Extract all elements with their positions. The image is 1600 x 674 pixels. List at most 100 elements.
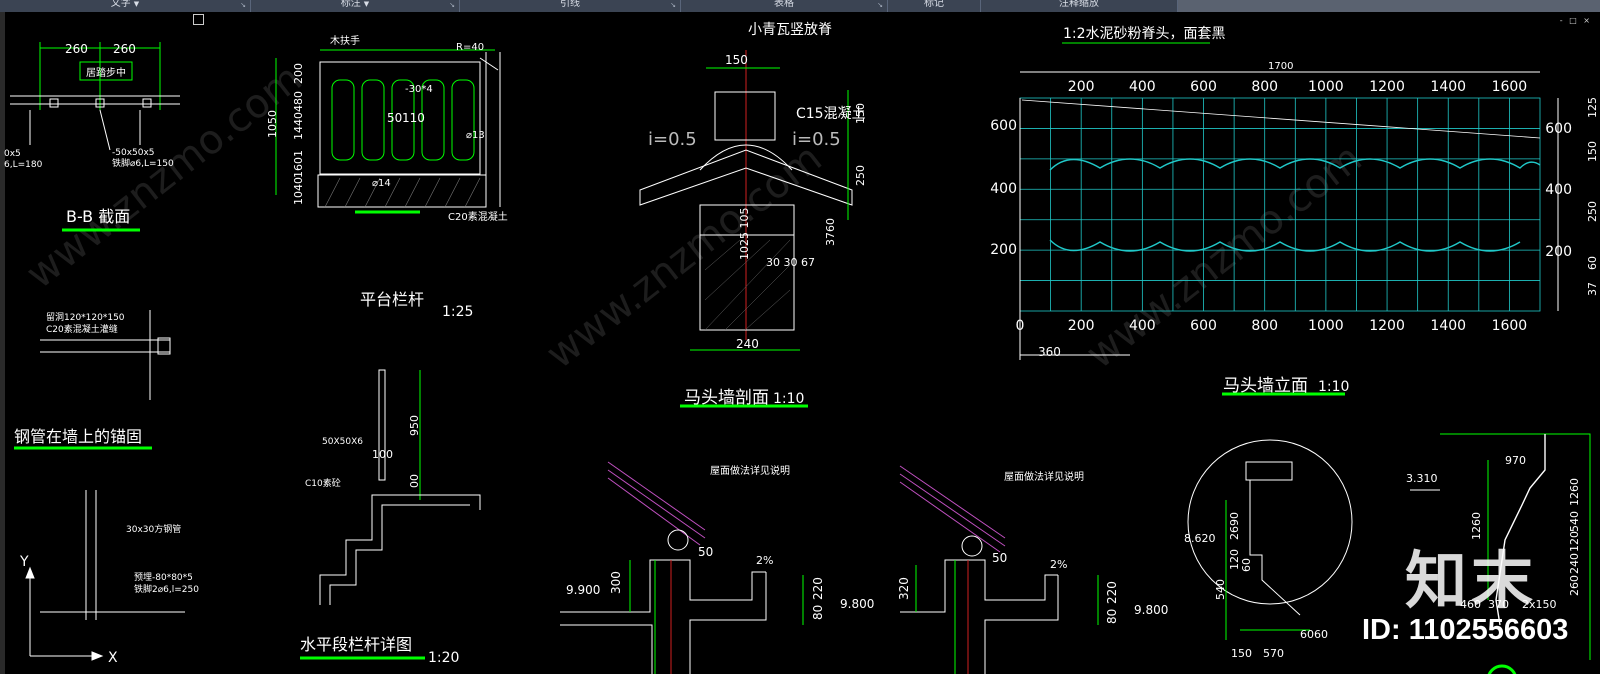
gable-d540: 540	[1214, 579, 1227, 600]
gable-d8620: 8.620	[1184, 532, 1216, 545]
watermark-text-group: www.znzmo.com www.znzmo.com www.znzmo.co…	[18, 55, 1371, 378]
eave-detail-1-labels: 屋面做法详见说明 50 2% 9.900 300 9.800 80 220	[566, 464, 874, 620]
eave1-d50: 50	[698, 545, 713, 559]
top-tick-label: 200	[1068, 79, 1095, 95]
d950-label: 950	[408, 415, 421, 436]
d14-label: ⌀14	[372, 178, 391, 189]
ridge-label: 小青瓦竖放脊	[748, 22, 832, 38]
platform-railing-scale: 1:25	[442, 304, 473, 320]
top-tick-label: 600	[1190, 79, 1217, 95]
eave1-d9800: 9.800	[840, 597, 874, 611]
horse-wall-section-title: 马头墙剖面	[684, 388, 769, 408]
bb-label-mid: 居踏步中	[86, 66, 126, 79]
horse-wall-elevation-title: 马头墙立面	[1223, 376, 1308, 396]
eave-detail-2-labels: 屋面做法详见说明 50 2% 320 9.800 80 220	[897, 470, 1168, 624]
d240-label: 240	[736, 337, 759, 351]
d00-label: 00	[408, 474, 421, 488]
v250-label: 250	[854, 165, 867, 186]
profile-v540: 540	[1568, 511, 1581, 532]
handrail-label: 木扶手	[330, 34, 360, 47]
axis-x-label: X	[108, 650, 118, 666]
anchor-labels: 留洞120*120*150 C20素混凝土灌缝 钢管在墙上的锚固	[14, 311, 142, 446]
top-tick-label: 1000	[1308, 79, 1344, 95]
horizontal-railing-scale: 1:20	[428, 650, 459, 666]
bottom-tick-label: 1200	[1369, 318, 1405, 334]
left-tick-label: 400	[990, 181, 1017, 197]
vdim-1440: 1440	[292, 112, 305, 140]
top-tick-label: 800	[1251, 79, 1278, 95]
right-tick-label: 600	[1545, 121, 1572, 137]
profile-v240: 240	[1568, 553, 1581, 574]
right-dim-label: 37	[1586, 282, 1599, 296]
eave2-note: 屋面做法详见说明	[1004, 470, 1084, 483]
bottom-tick-label: 1000	[1308, 318, 1344, 334]
slope-right-label: i=0.5	[792, 129, 841, 150]
dim-260-a: 260	[65, 42, 88, 56]
horizontal-railing-title: 水平段栏杆详图	[300, 635, 412, 654]
eave1-d80: 80	[811, 605, 825, 620]
bb-label-b: 6,L=180	[4, 160, 43, 170]
gable-d570: 570	[1263, 647, 1284, 660]
gable-d60: 60	[1240, 558, 1253, 572]
left-tick-label: 600	[990, 118, 1017, 134]
right-dim-label: 250	[1586, 201, 1599, 222]
platform-hatch	[324, 177, 481, 208]
pipe-label: 30x30方钢管	[126, 523, 181, 535]
right-tick-label: 200	[1545, 244, 1572, 260]
bb-label-c: -50x50x5	[112, 148, 155, 158]
gable-detail-labels: 8.620 2690 120 540 60 150 570 6060	[1184, 512, 1328, 660]
vdim-200: 200	[292, 63, 305, 84]
eave1-note: 屋面做法详见说明	[710, 464, 790, 477]
anchor-hole-label: 留洞120*120*150	[46, 311, 125, 323]
c10-label: C10素砼	[305, 477, 341, 489]
eave1-h9900: 9.900	[566, 583, 600, 597]
vdim-480: 480	[292, 91, 305, 112]
bottom-tick-label: 0	[1016, 318, 1025, 334]
right-dim-label: 150	[1586, 141, 1599, 162]
green-marker-icon	[1487, 664, 1517, 674]
bottom-tick-label: 800	[1251, 318, 1278, 334]
axis-y-label: Y	[19, 554, 29, 570]
d150-label: 150	[725, 53, 748, 67]
embed-label: 预埋-80*80*5	[134, 572, 193, 583]
bar-label: -30*4	[405, 84, 433, 95]
profile-v260: 260	[1568, 575, 1581, 596]
cad-drawing[interactable]: www.znzmo.com www.znzmo.com www.znzmo.co…	[0, 0, 1600, 674]
radius-label: R=40	[456, 42, 484, 53]
right-dim-label: 125	[1586, 97, 1599, 118]
eave-detail-2-drawing	[899, 465, 1099, 674]
d360-label: 360	[1038, 345, 1061, 359]
v3760-label: 3760	[824, 218, 837, 246]
bottom-tick-label: 200	[1068, 318, 1095, 334]
left-tick-labels: 600 400 200	[990, 118, 1017, 258]
d1700-label: 1700	[1268, 61, 1293, 72]
bottom-tick-label: 600	[1190, 318, 1217, 334]
profile-v1260: 1260	[1568, 478, 1581, 506]
elevation-note: 1:2水泥砂粉脊头，面套黑	[1063, 26, 1226, 42]
platform-railing-title: 平台栏杆	[360, 290, 424, 309]
column-labels: 30x30方钢管 预埋-80*80*5 铁脚2⌀6,l=250 Y X	[19, 523, 199, 666]
eave-detail-1-drawing	[560, 461, 804, 674]
bb-label-d: 铁脚⌀6,L=150	[112, 157, 174, 169]
profile-v120: 120	[1568, 531, 1581, 552]
watermark-site: www.znzmo.com	[1078, 135, 1371, 378]
horizontal-railing-labels: 50X50X6 C10素砼 100 950 00 水平段栏杆详图 1:20	[300, 415, 459, 666]
d13-label: ⌀13	[466, 130, 485, 141]
right-tick-labels: 600 400 200	[1545, 121, 1572, 260]
eave2-d50: 50	[992, 551, 1007, 565]
eave2-d9800: 9.800	[1134, 603, 1168, 617]
slope-left-label: i=0.5	[648, 129, 697, 150]
top-tick-label: 400	[1129, 79, 1156, 95]
platform-concrete-label: C20素混凝土	[448, 210, 508, 223]
top-tick-label: 1400	[1430, 79, 1466, 95]
eave1-d220: 220	[811, 577, 825, 600]
bb-label-a: 0x5	[4, 149, 21, 159]
bottom-tick-label: 1600	[1492, 318, 1528, 334]
small-dims-label: 30 30 67	[766, 256, 815, 269]
right-dim-labels: 125 150 250 60 37	[1586, 97, 1599, 296]
bottom-tick-labels: 0 200 400 600 800 1000 1200 1400 1600	[1016, 318, 1528, 334]
watermark-logo: 知末	[1405, 544, 1538, 617]
eave2-d220: 220	[1105, 581, 1119, 604]
v150-label: 150	[854, 103, 867, 124]
horse-wall-section-scale: 1:10	[773, 391, 804, 407]
